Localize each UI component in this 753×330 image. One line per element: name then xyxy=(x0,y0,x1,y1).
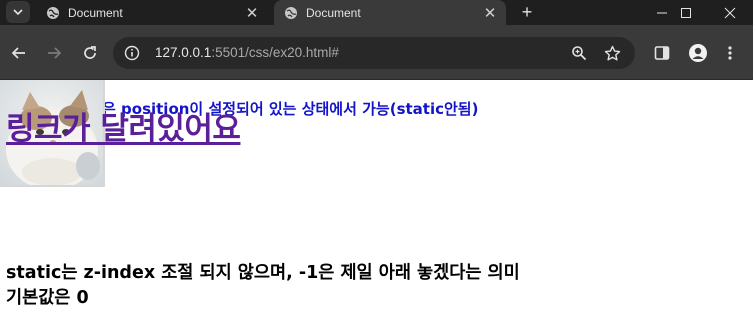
maximize-icon xyxy=(681,7,691,18)
globe-icon xyxy=(284,6,298,20)
zindex-note-line-1: static는 z-index 조절 되지 않으며, -1은 제일 아래 놓겠다… xyxy=(6,263,520,283)
close-icon xyxy=(724,7,736,18)
close-tab-icon[interactable]: ✕ xyxy=(244,5,260,22)
reload-button[interactable] xyxy=(78,41,102,65)
zoom-icon[interactable] xyxy=(570,44,588,62)
tab-strip: Document ✕ Document ✕ + xyxy=(0,0,753,25)
more-vertical-icon xyxy=(728,46,732,60)
url-path: :5501/css/ex20.html# xyxy=(211,45,339,60)
tab-search-button[interactable] xyxy=(6,1,30,23)
bookmark-star-icon[interactable] xyxy=(603,44,621,62)
maximize-button[interactable] xyxy=(663,0,709,25)
profile-button[interactable] xyxy=(686,41,710,65)
tab-title: Document xyxy=(68,5,123,20)
side-panel-icon xyxy=(654,46,670,60)
avatar-icon xyxy=(689,44,707,62)
forward-button[interactable] xyxy=(42,41,66,65)
menu-button[interactable] xyxy=(718,41,742,65)
zindex-note: static는 z-index 조절 되지 않으며, -1은 제일 아래 놓겠다… xyxy=(6,261,520,311)
page-link[interactable]: 링크가 달려있어요 xyxy=(6,103,241,148)
zindex-note-line-2: 기본값은 0 xyxy=(6,288,89,308)
url-host: 127.0.0.1 xyxy=(155,45,212,60)
reload-icon xyxy=(84,46,96,59)
tab-document-1[interactable]: Document ✕ xyxy=(36,0,268,25)
globe-icon xyxy=(46,6,60,20)
chevron-down-icon xyxy=(13,9,23,16)
back-button[interactable] xyxy=(7,41,31,65)
tab-title: Document xyxy=(306,5,361,20)
close-tab-icon[interactable]: ✕ xyxy=(482,5,498,22)
side-panel-button[interactable] xyxy=(650,41,674,65)
site-info-icon[interactable] xyxy=(123,44,141,62)
page-viewport: 은 position이 설정되어 있는 상태에서 가능(static안됨) 링크… xyxy=(0,80,753,330)
address-bar[interactable]: 127.0.0.1:5501/css/ex20.html# xyxy=(113,37,635,69)
close-window-button[interactable] xyxy=(707,0,753,25)
browser-toolbar: 127.0.0.1:5501/css/ex20.html# xyxy=(0,25,753,80)
arrow-left-icon xyxy=(11,47,25,59)
new-tab-button[interactable]: + xyxy=(516,2,538,22)
tab-document-2[interactable]: Document ✕ xyxy=(274,0,506,25)
url-text[interactable]: 127.0.0.1:5501/css/ex20.html# xyxy=(155,45,339,60)
arrow-right-icon xyxy=(48,47,62,59)
